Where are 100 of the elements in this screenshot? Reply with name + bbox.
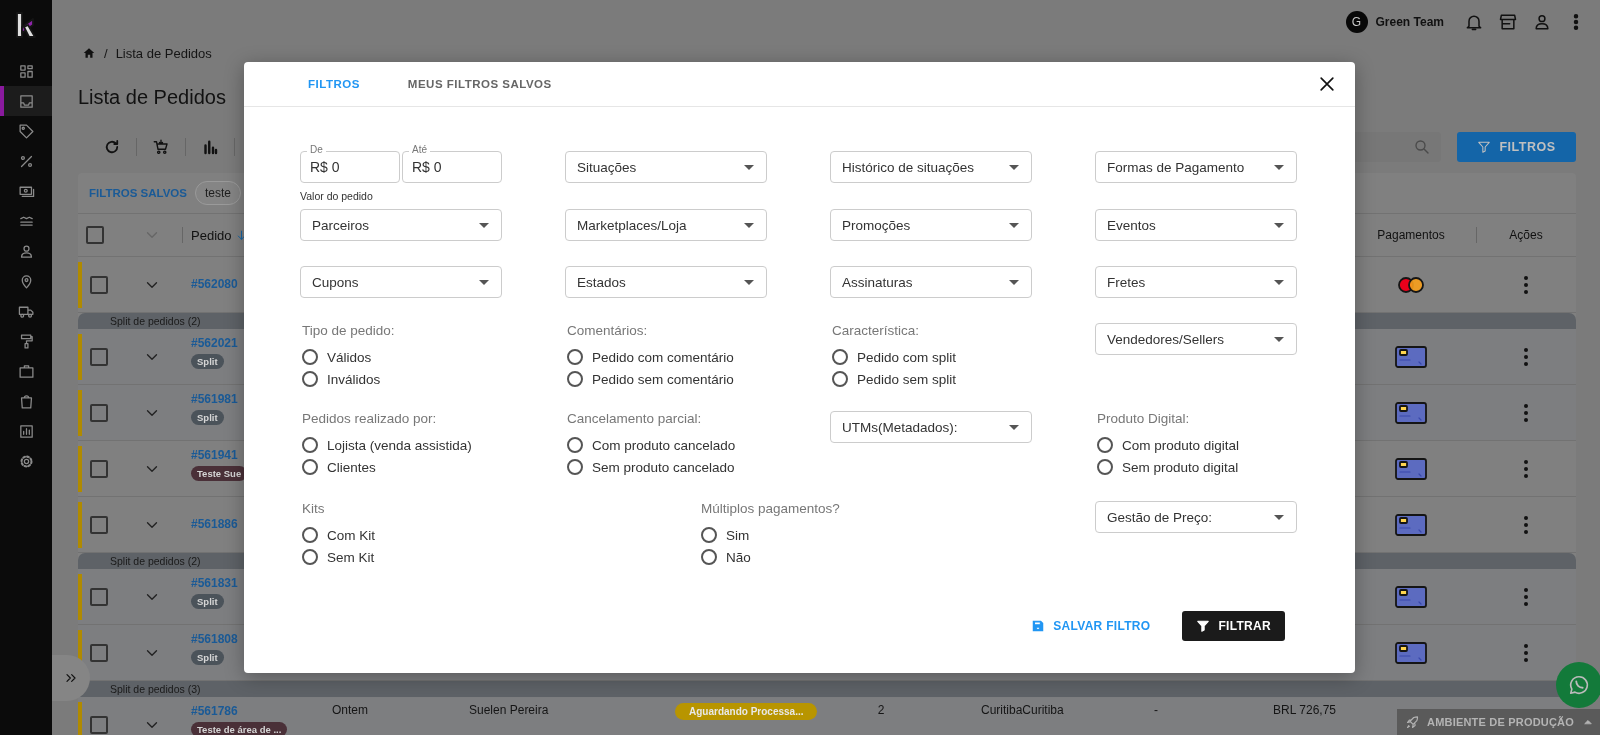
radio-button[interactable] bbox=[567, 349, 583, 365]
radio-label: Com produto cancelado bbox=[592, 437, 736, 453]
dropdown[interactable]: Parceiros bbox=[300, 209, 502, 241]
group-title: Tipo de pedido: bbox=[301, 323, 396, 339]
avatar[interactable]: G bbox=[1345, 11, 1368, 33]
dropdown[interactable]: Promoções bbox=[830, 209, 1032, 241]
column-header[interactable]: Pedido bbox=[191, 227, 232, 243]
dropdown[interactable]: Gestão de Preço: bbox=[1095, 501, 1297, 533]
dropdown[interactable]: Situações bbox=[565, 151, 767, 183]
refresh-icon[interactable] bbox=[103, 138, 121, 156]
table-cell: - bbox=[1154, 703, 1158, 717]
credit-card-icon bbox=[1395, 344, 1427, 369]
column-header[interactable]: Ações bbox=[1509, 228, 1543, 242]
cart-icon[interactable] bbox=[152, 138, 170, 156]
chart-icon bbox=[17, 422, 35, 440]
filter-chip[interactable]: teste bbox=[194, 181, 241, 205]
logo-icon bbox=[15, 11, 37, 39]
dropdown[interactable]: Histórico de situações bbox=[830, 151, 1032, 183]
checkbox[interactable] bbox=[90, 587, 108, 606]
funnel-icon bbox=[1196, 619, 1211, 633]
radio-button[interactable] bbox=[567, 459, 583, 475]
checkbox[interactable] bbox=[90, 403, 108, 422]
radio-button[interactable] bbox=[302, 349, 318, 365]
store-icon[interactable] bbox=[1498, 12, 1518, 32]
radio-button[interactable] bbox=[1097, 437, 1113, 453]
caret-icon bbox=[1274, 279, 1284, 285]
more-icon[interactable] bbox=[1524, 459, 1528, 478]
dropdown[interactable]: UTMs(Metadados): bbox=[830, 411, 1032, 443]
dropdown[interactable]: Assinaturas bbox=[830, 266, 1032, 298]
dropdown[interactable]: Fretes bbox=[1095, 266, 1297, 298]
caret-icon bbox=[1009, 279, 1019, 285]
dropdown[interactable]: Estados bbox=[565, 266, 767, 298]
radio-button[interactable] bbox=[302, 527, 318, 543]
radio-button[interactable] bbox=[302, 437, 318, 453]
filter-button[interactable]: FILTRAR bbox=[1182, 611, 1285, 641]
radio-label: Sem produto digital bbox=[1122, 459, 1239, 475]
radio-label: Com produto digital bbox=[1122, 437, 1240, 453]
more-icon[interactable] bbox=[1524, 275, 1528, 294]
close-icon bbox=[1317, 74, 1337, 94]
home-icon[interactable] bbox=[82, 46, 96, 60]
sidebar-item[interactable] bbox=[0, 86, 52, 116]
radio-button[interactable] bbox=[567, 371, 583, 387]
column-header[interactable]: Pagamentos bbox=[1377, 228, 1445, 242]
bar-chart-icon[interactable] bbox=[201, 138, 219, 156]
tag: Split bbox=[191, 594, 224, 609]
tag-icon bbox=[17, 122, 35, 140]
caret-icon bbox=[479, 222, 489, 228]
checkbox[interactable] bbox=[90, 715, 108, 734]
radio-button[interactable] bbox=[302, 549, 318, 565]
tag: Teste de área de ... bbox=[191, 722, 288, 735]
group-title: Cancelamento parcial: bbox=[566, 411, 703, 427]
radio-button[interactable] bbox=[832, 371, 848, 387]
caret-icon bbox=[744, 222, 754, 228]
group-label: Split de pedidos (2) bbox=[110, 555, 201, 567]
breadcrumb-separator: / bbox=[104, 45, 108, 61]
more-icon[interactable] bbox=[1524, 643, 1528, 662]
dropdown[interactable]: Marketplaces/Loja bbox=[565, 209, 767, 241]
radio-label: Pedido com comentário bbox=[592, 349, 734, 365]
checkbox[interactable] bbox=[86, 226, 104, 244]
radio-button[interactable] bbox=[567, 437, 583, 453]
credit-card-icon bbox=[1395, 640, 1427, 665]
radio-button[interactable] bbox=[832, 349, 848, 365]
dropdown[interactable]: Eventos bbox=[1095, 209, 1297, 241]
group-label: Split de pedidos (2) bbox=[110, 315, 201, 327]
checkbox[interactable] bbox=[90, 459, 108, 478]
tab[interactable]: MEUS FILTROS SALVOS bbox=[383, 62, 576, 106]
floppy-icon bbox=[1031, 619, 1046, 633]
status-stripe bbox=[78, 701, 82, 735]
dropdown[interactable]: Vendedores/Sellers bbox=[1095, 323, 1297, 355]
caret-icon bbox=[744, 164, 754, 170]
table-cell: BRL 726,75 bbox=[1273, 703, 1336, 717]
field-label: De bbox=[307, 144, 326, 156]
radio-label: Sem produto cancelado bbox=[592, 459, 735, 475]
radio-label: Pedido com split bbox=[857, 349, 957, 365]
more-icon[interactable] bbox=[1524, 347, 1528, 366]
radio-button[interactable] bbox=[302, 371, 318, 387]
caret-icon bbox=[479, 279, 489, 285]
more-icon[interactable] bbox=[1524, 403, 1528, 422]
dropdown[interactable]: Formas de Pagamento bbox=[1095, 151, 1297, 183]
radio-button[interactable] bbox=[302, 459, 318, 475]
group-title: Múltiplos pagamentos? bbox=[700, 501, 841, 517]
tag: Split bbox=[191, 410, 224, 425]
checkbox[interactable] bbox=[90, 643, 108, 662]
checkbox[interactable] bbox=[90, 275, 108, 294]
radio-button[interactable] bbox=[1097, 459, 1113, 475]
grid-icon bbox=[17, 62, 35, 80]
status-stripe bbox=[78, 389, 82, 436]
dropdown[interactable]: Cupons bbox=[300, 266, 502, 298]
more-icon[interactable] bbox=[1524, 587, 1528, 606]
radio-button[interactable] bbox=[701, 549, 717, 565]
status-stripe bbox=[78, 501, 82, 548]
radio-button[interactable] bbox=[701, 527, 717, 543]
person-icon[interactable] bbox=[1532, 12, 1552, 32]
checkbox[interactable] bbox=[90, 515, 108, 534]
checkbox[interactable] bbox=[90, 347, 108, 366]
page-title: Lista de Pedidos bbox=[78, 85, 227, 109]
status-stripe bbox=[78, 333, 82, 380]
more-icon[interactable] bbox=[1524, 515, 1528, 534]
group-title: Kits bbox=[301, 501, 326, 517]
caret-icon bbox=[1274, 514, 1284, 520]
